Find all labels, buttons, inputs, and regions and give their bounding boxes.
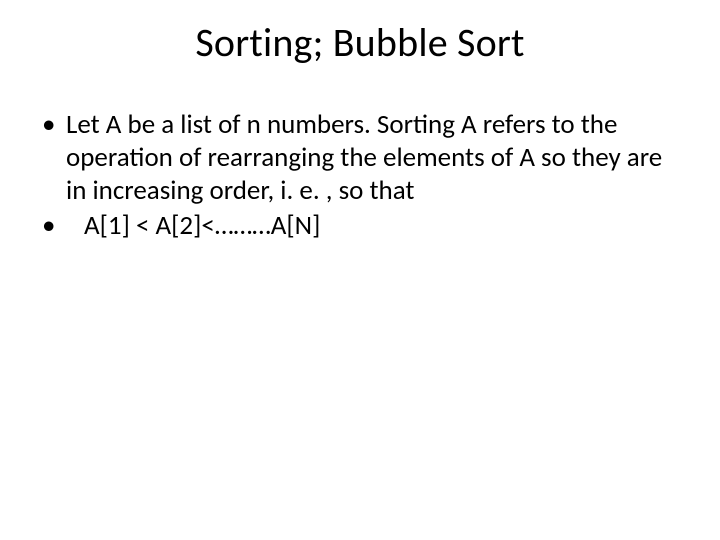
slide-title: Sorting; Bubble Sort [36,18,684,67]
slide-body: Let A be a list of n numbers. Sorting A … [36,109,684,243]
bullet-item: Let A be a list of n numbers. Sorting A … [36,109,684,208]
bullet-text: Let A be a list of n numbers. Sorting A … [66,108,662,207]
slide: Sorting; Bubble Sort Let A be a list of … [0,0,720,540]
bullet-item: A[1] < A[2]<………A[N] [36,210,684,243]
bullet-text: A[1] < A[2]<………A[N] [84,209,320,242]
bullet-list: Let A be a list of n numbers. Sorting A … [36,109,684,243]
